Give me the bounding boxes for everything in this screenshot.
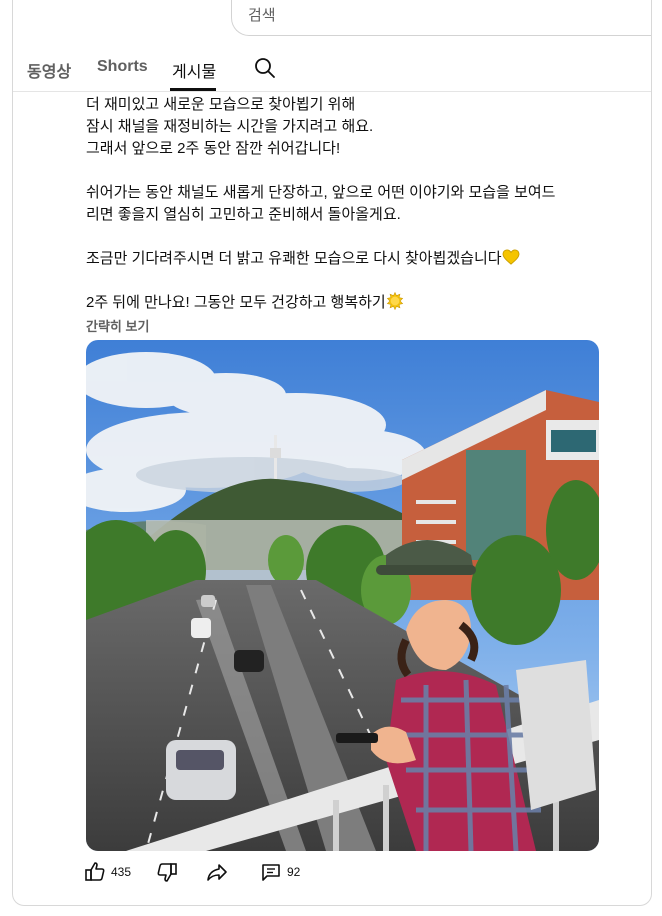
post-paragraph-1: 더 재미있고 새로운 모습으로 찾아뵙기 위해 잠시 채널을 재정비하는 시간을… xyxy=(86,96,374,157)
post-photo-illustration xyxy=(86,340,599,851)
tab-shorts[interactable]: Shorts xyxy=(97,58,148,76)
post-image[interactable] xyxy=(86,340,599,851)
comment-count: 92 xyxy=(287,865,301,879)
post-paragraph-3: 조금만 기다려주시면 더 밝고 유쾌한 모습으로 다시 찾아뵙겠습니다 xyxy=(86,250,502,267)
read-less-link[interactable]: 간략히 보기 xyxy=(86,316,149,335)
post-actions: 435 92 xyxy=(83,860,643,890)
share-button[interactable] xyxy=(205,860,229,884)
search-placeholder: 검색 xyxy=(248,7,276,24)
comment-icon xyxy=(262,864,280,881)
post-paragraph-4-line: 2주 뒤에 만나요! 그동안 모두 건강하고 행복하기 xyxy=(86,292,606,314)
channel-tabs: 동영상 Shorts 게시물 xyxy=(13,44,651,92)
tab-videos[interactable]: 동영상 xyxy=(27,58,71,82)
thumbs-down-icon xyxy=(157,863,177,882)
search-input[interactable]: 검색 xyxy=(231,0,651,36)
post-paragraph-2: 쉬어가는 동안 채널도 새롭게 단장하고, 앞으로 어떤 이야기와 모습을 보여… xyxy=(86,184,556,223)
post-paragraph-4: 2주 뒤에 만나요! 그동안 모두 건강하고 행복하기 xyxy=(86,294,386,311)
sun-emoji xyxy=(386,292,403,310)
tab-posts[interactable]: 게시물 xyxy=(172,58,216,82)
post-panel: 검색 동영상 Shorts 게시물 더 재미있고 새로운 모습으로 찾아뵙기 위… xyxy=(12,0,652,906)
like-count: 435 xyxy=(111,865,132,879)
search-icon[interactable] xyxy=(253,56,277,80)
share-icon xyxy=(207,864,227,881)
like-button[interactable]: 435 xyxy=(83,860,131,884)
dislike-button[interactable] xyxy=(155,860,179,884)
thumbs-up-icon xyxy=(85,862,105,881)
post-body: 더 재미있고 새로운 모습으로 찾아뵙기 위해 잠시 채널을 재정비하는 시간을… xyxy=(86,94,606,314)
post-paragraph-3-line: 조금만 기다려주시면 더 밝고 유쾌한 모습으로 다시 찾아뵙겠습니다 xyxy=(86,248,606,270)
tabs-divider xyxy=(13,91,651,92)
comment-button[interactable]: 92 xyxy=(259,860,300,884)
yellow-heart-emoji xyxy=(502,249,520,265)
